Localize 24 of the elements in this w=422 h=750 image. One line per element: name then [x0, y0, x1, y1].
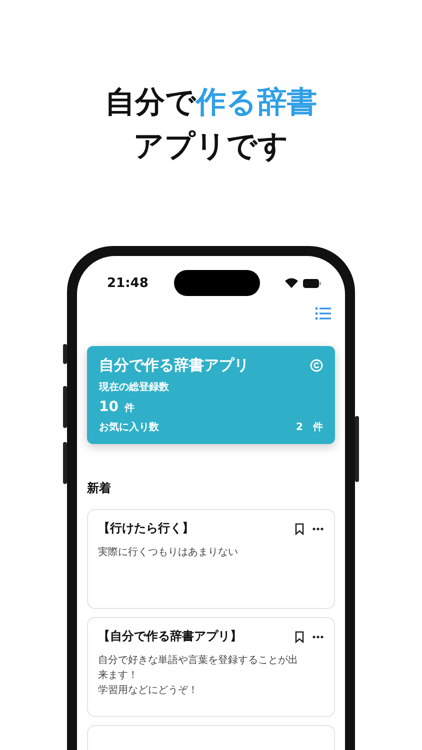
entry-title: 【行けたら行く】: [98, 520, 194, 537]
entry-description: 実際に行くつもりはあまりない: [98, 546, 239, 560]
section-title: 新着: [87, 480, 112, 497]
entry-description: 学習用などにどうぞ！: [98, 684, 199, 698]
favorites-count: 2 件: [296, 420, 323, 434]
favorites-label: お気に入り数: [99, 420, 159, 434]
bookmark-icon[interactable]: [295, 522, 304, 534]
entry-card[interactable]: 【自分で作る辞書アプリ】 自分で好きな単語や言葉を登録することが出来ます！ 学習用などにどうぞ！: [87, 617, 335, 717]
headline-text: アプリです: [134, 128, 288, 166]
total-label: 現在の総登録数: [99, 380, 170, 394]
bookmark-icon[interactable]: [295, 630, 304, 642]
more-icon[interactable]: [312, 634, 324, 638]
list-icon[interactable]: [315, 307, 331, 320]
entry-description: 自分で好きな単語や言葉を登録することが出来ます！: [98, 654, 299, 683]
wifi-icon: [284, 278, 298, 288]
headline-text: 自分で作る辞書: [105, 84, 317, 122]
refresh-icon[interactable]: [310, 359, 323, 372]
more-icon[interactable]: [312, 526, 324, 530]
entry-card[interactable]: 【行けたら行く】 実際に行くつもりはあまりない: [87, 509, 335, 609]
total-count: 10 件: [99, 399, 136, 415]
entry-title: 【自分で作る辞書アプリ】: [98, 628, 242, 645]
battery-icon: [302, 278, 321, 288]
status-time: 21:48: [107, 276, 148, 290]
card-title: 自分で作る辞書アプリ: [99, 356, 249, 375]
